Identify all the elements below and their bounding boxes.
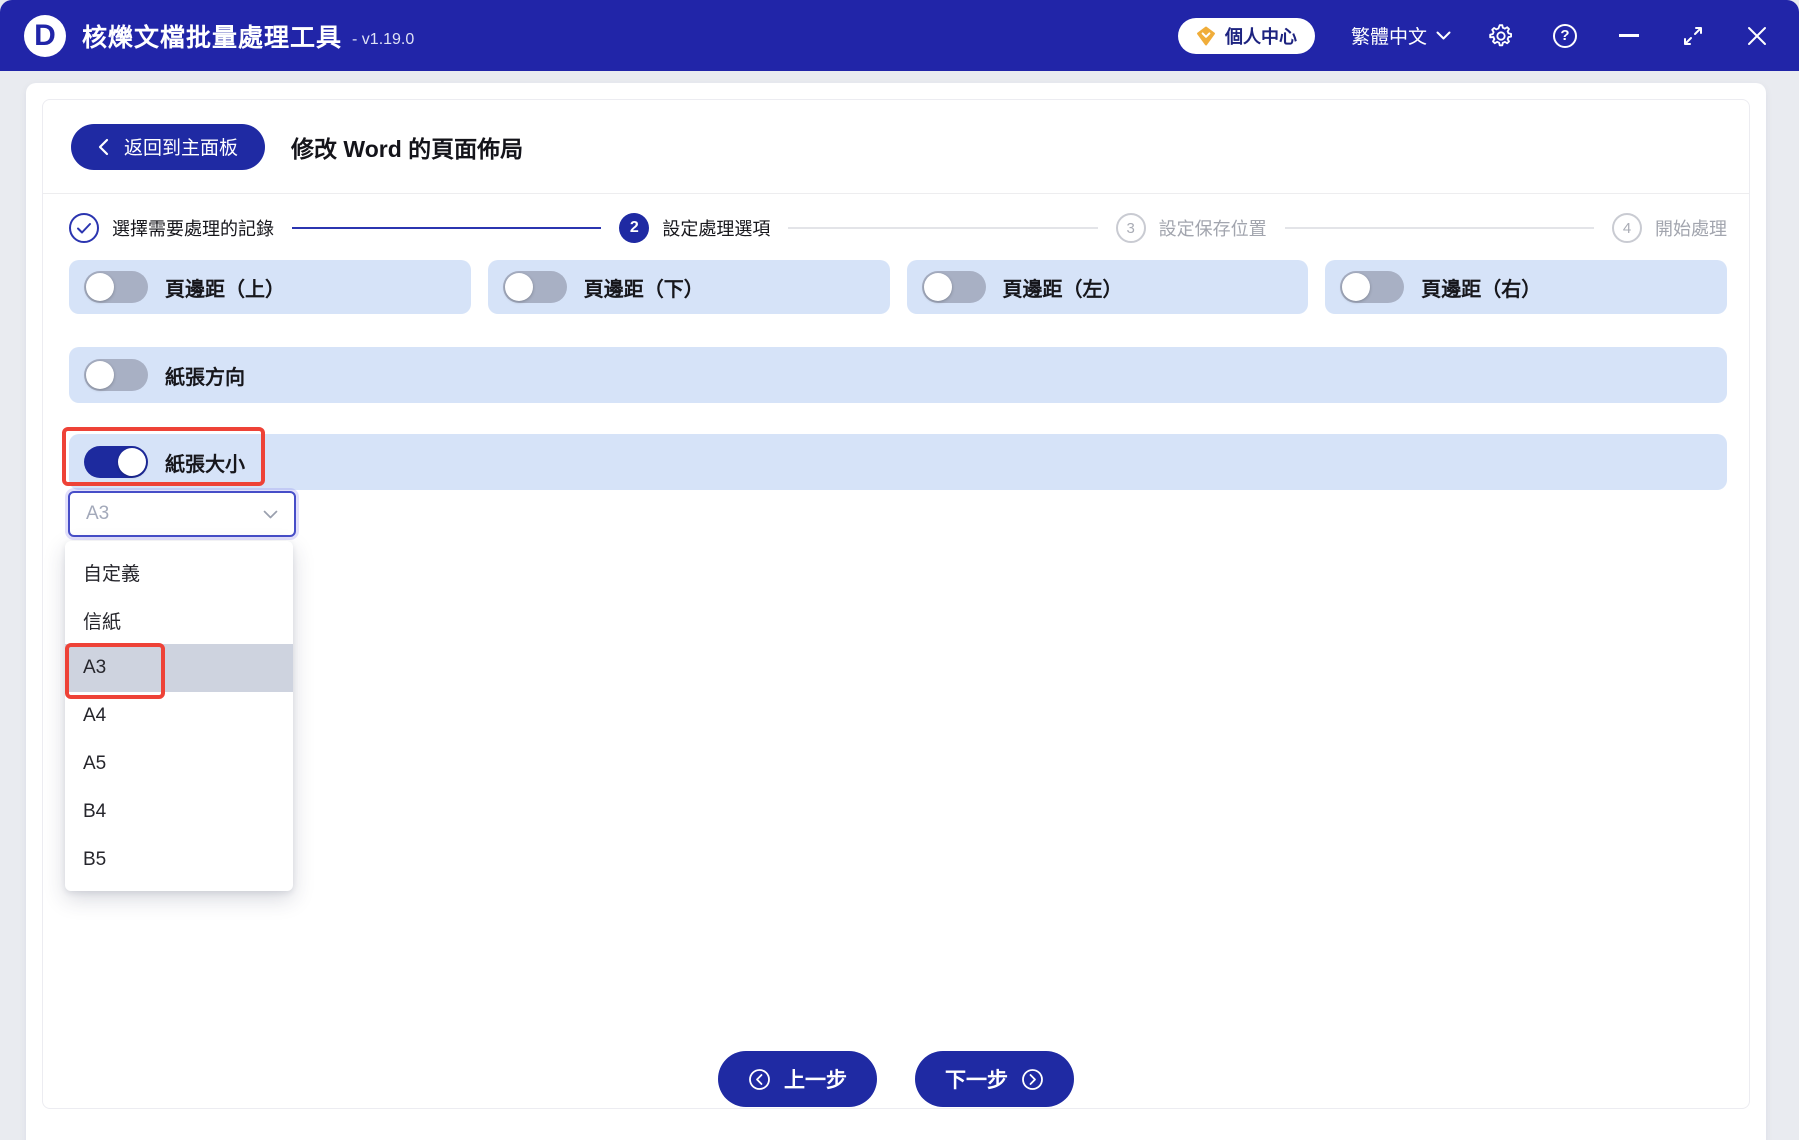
option-row-orientation: 紙張方向 <box>69 347 1727 403</box>
step-1-label: 選擇需要處理的記錄 <box>112 219 274 239</box>
step-connector-3 <box>1284 227 1594 229</box>
margin-right-toggle[interactable] <box>1340 271 1405 303</box>
language-label: 繁體中文 <box>1350 27 1427 48</box>
app-version: - v1.19.0 <box>352 30 415 48</box>
step-2: 2 設定處理選項 <box>619 213 770 243</box>
orientation-label: 紙張方向 <box>165 366 245 389</box>
step-3: 3 設定保存位置 <box>1115 213 1267 243</box>
inner-panel: 返回到主面板 修改 Word 的頁面佈局 選擇需要處理的記錄 2 設定處理選項 … <box>42 99 1750 1109</box>
margin-left-toggle[interactable] <box>921 271 986 303</box>
dropdown-option-b4[interactable]: B4 <box>65 788 293 836</box>
margin-left-label: 頁邊距（左） <box>1002 278 1123 301</box>
app-logo: D <box>24 14 66 57</box>
step-connector-2 <box>788 227 1098 229</box>
step-4-number: 4 <box>1611 213 1642 243</box>
step-4-label: 開始處理 <box>1654 219 1727 239</box>
titlebar-actions: 個人中心 繁體中文 ? <box>1177 17 1771 54</box>
circle-chevron-right-icon <box>1021 1068 1044 1091</box>
maximize-button[interactable] <box>1679 22 1707 50</box>
next-step-label: 下一步 <box>945 1069 1008 1092</box>
app-window: D 核爍文檔批量處理工具 - v1.19.0 個人中心 繁體中文 ? 返回到主面… <box>0 0 1799 1140</box>
step-1-check-icon <box>69 213 99 243</box>
chevron-left-icon <box>98 138 109 156</box>
circle-chevron-left-icon <box>748 1068 771 1091</box>
margin-bottom-toggle[interactable] <box>502 271 567 303</box>
page-title: 修改 Word 的頁面佈局 <box>291 135 524 162</box>
content-area: 選擇需要處理的記錄 2 設定處理選項 3 設定保存位置 4 開始處理 頁邊距（上… <box>43 194 1749 891</box>
margin-right-label: 頁邊距（右） <box>1421 278 1542 301</box>
margin-options-grid: 頁邊距（上） 頁邊距（下） 頁邊距（左） 頁邊距（右） <box>69 260 1727 314</box>
orientation-toggle[interactable] <box>84 359 148 391</box>
language-selector[interactable]: 繁體中文 <box>1351 22 1451 49</box>
previous-step-button[interactable]: 上一步 <box>718 1051 877 1107</box>
option-row-paper-size: 紙張大小 <box>69 434 1727 490</box>
dropdown-option-b5[interactable]: B5 <box>65 836 293 884</box>
chevron-down-icon <box>1436 31 1451 41</box>
paper-size-toggle[interactable] <box>84 446 148 478</box>
logo-letter: D <box>34 18 56 52</box>
step-1: 選擇需要處理的記錄 <box>69 213 274 243</box>
paper-size-select-value: A3 <box>86 503 110 524</box>
paper-size-select[interactable]: A3 <box>68 491 296 537</box>
option-row-margin-bottom: 頁邊距（下） <box>487 260 890 314</box>
step-connector-1 <box>292 227 602 229</box>
personal-center-label: 個人中心 <box>1224 26 1297 47</box>
back-to-dashboard-button[interactable]: 返回到主面板 <box>71 123 266 170</box>
page-header: 返回到主面板 修改 Word 的頁面佈局 <box>43 100 1749 194</box>
paper-size-label: 紙張大小 <box>165 453 245 476</box>
footer-nav: 上一步 下一步 <box>43 1051 1749 1107</box>
previous-step-label: 上一步 <box>784 1069 847 1092</box>
dropdown-option-custom[interactable]: 自定義 <box>65 548 293 596</box>
dropdown-option-a4[interactable]: A4 <box>65 692 293 740</box>
dropdown-option-a5[interactable]: A5 <box>65 740 293 788</box>
select-chevron-down-icon <box>263 510 278 519</box>
step-2-label: 設定處理選項 <box>662 219 771 239</box>
step-4: 4 開始處理 <box>1611 213 1727 243</box>
step-2-number: 2 <box>619 213 650 243</box>
dropdown-option-a3[interactable]: A3 <box>65 644 293 692</box>
option-row-margin-left: 頁邊距（左） <box>906 260 1309 314</box>
back-button-label: 返回到主面板 <box>124 138 239 159</box>
help-glyph: ? <box>1560 27 1570 44</box>
titlebar: D 核爍文檔批量處理工具 - v1.19.0 個人中心 繁體中文 ? <box>0 0 1799 71</box>
help-icon[interactable]: ? <box>1551 22 1579 50</box>
close-button[interactable] <box>1743 22 1771 50</box>
minimize-button[interactable] <box>1615 22 1643 50</box>
dropdown-option-letter[interactable]: 信紙 <box>65 596 293 644</box>
paper-size-dropdown: 自定義 信紙 A3 A4 A5 B4 B5 <box>65 541 293 891</box>
personal-center-button[interactable]: 個人中心 <box>1177 17 1315 54</box>
step-3-label: 設定保存位置 <box>1158 219 1267 239</box>
main-card: 返回到主面板 修改 Word 的頁面佈局 選擇需要處理的記錄 2 設定處理選項 … <box>26 83 1766 1140</box>
next-step-button[interactable]: 下一步 <box>915 1051 1074 1107</box>
step-3-number: 3 <box>1115 213 1146 243</box>
step-indicator: 選擇需要處理的記錄 2 設定處理選項 3 設定保存位置 4 開始處理 <box>69 213 1727 243</box>
settings-gear-icon[interactable] <box>1487 22 1515 50</box>
margin-top-label: 頁邊距（上） <box>165 278 285 301</box>
margin-top-toggle[interactable] <box>84 271 148 303</box>
gem-icon <box>1196 26 1216 46</box>
option-row-margin-right: 頁邊距（右） <box>1325 260 1727 314</box>
app-title: 核爍文檔批量處理工具 <box>82 23 343 52</box>
margin-bottom-label: 頁邊距（下） <box>583 278 704 301</box>
option-row-margin-top: 頁邊距（上） <box>69 260 471 314</box>
